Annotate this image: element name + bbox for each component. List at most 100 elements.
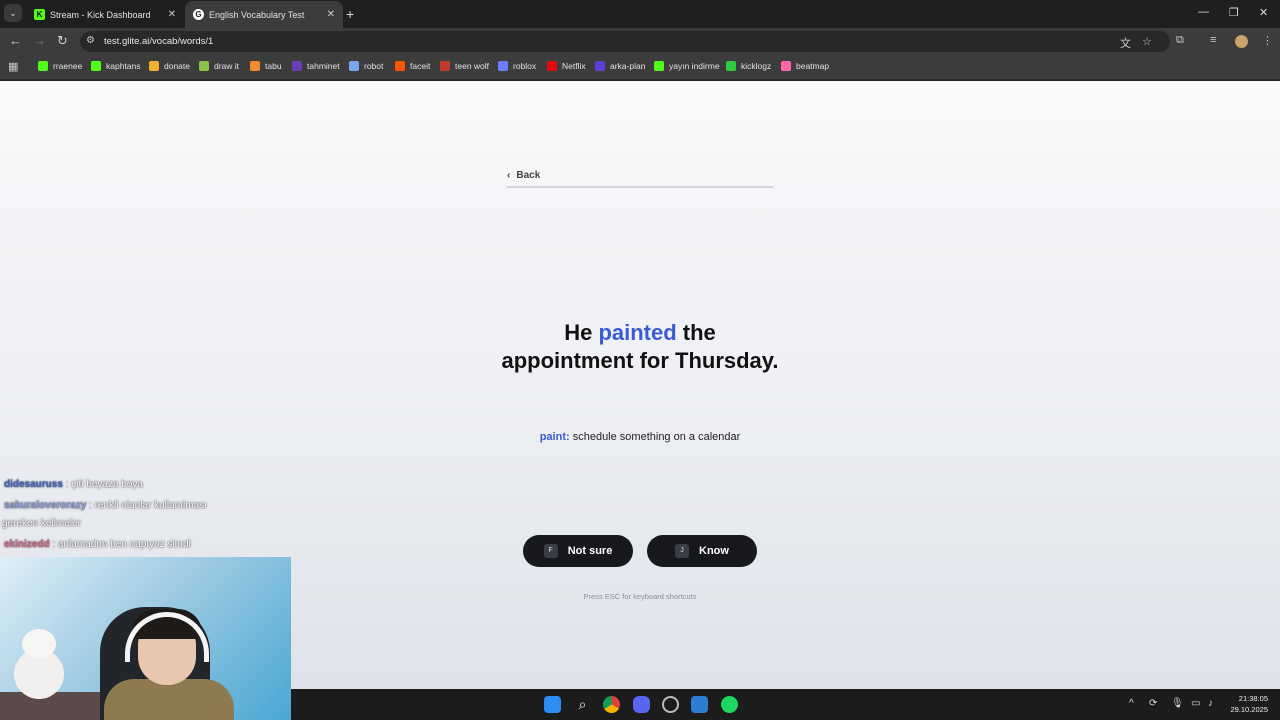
settings-icon[interactable] xyxy=(662,696,679,713)
volume-icon[interactable]: ♪ xyxy=(1208,698,1213,709)
bookmark-item[interactable]: Netflix xyxy=(547,61,586,71)
progress-fill xyxy=(507,186,773,188)
editor-icon[interactable] xyxy=(691,696,708,713)
sync-icon[interactable]: ⟳ xyxy=(1149,698,1157,709)
tab-vocabulary-test[interactable]: G English Vocabulary Test ✕ xyxy=(185,1,343,28)
windows-start-icon[interactable] xyxy=(544,696,561,713)
bookmark-label: robot xyxy=(364,61,384,71)
media-icon[interactable]: ≡ xyxy=(1210,34,1216,46)
bookmark-label: faceit xyxy=(410,61,431,71)
osu-icon xyxy=(781,61,791,71)
site-info-icon[interactable]: ⚙ xyxy=(86,35,95,46)
bookmark-label: beatmap xyxy=(796,61,830,71)
bookmark-item[interactable]: robot xyxy=(349,61,383,71)
tahminet-icon xyxy=(292,61,302,71)
translate-icon[interactable]: 文 xyxy=(1120,35,1131,51)
extensions-icon[interactable]: ⧉ xyxy=(1176,34,1184,47)
system-clock[interactable]: 21:38:05 29.10.2025 xyxy=(1226,693,1268,715)
profile-avatar[interactable] xyxy=(1235,35,1248,48)
browser-toolbar: ← → ↻ ⚙ test.glite.ai/vocab/words/1 文 ☆ … xyxy=(0,28,1280,55)
know-label: Know xyxy=(699,545,729,557)
discord-icon[interactable] xyxy=(633,696,650,713)
draw-icon xyxy=(199,61,209,71)
bookmark-label: yayın indirme xyxy=(669,61,720,71)
sentence-before: He xyxy=(564,320,599,345)
microphone-icon[interactable]: 🎙 xyxy=(1171,698,1184,709)
bookmark-item[interactable]: yayın indirme xyxy=(654,61,720,71)
new-tab-icon[interactable]: + xyxy=(346,6,354,22)
word-definition: paint: schedule something on a calendar xyxy=(440,431,840,443)
chevron-left-icon: ‹ xyxy=(507,170,511,181)
back-link[interactable]: ‹ Back xyxy=(507,170,540,181)
tab-kick-dashboard[interactable]: K Stream - Kick Dashboard ✕ xyxy=(26,1,184,28)
bookmark-item[interactable]: rraenee xyxy=(38,61,82,71)
chat-text: : çiti beyaza boya xyxy=(62,479,143,490)
chat-message-continued: gereken kelimeler xyxy=(2,515,81,533)
bookmark-item[interactable]: kicklogz xyxy=(726,61,771,71)
donate-icon xyxy=(149,61,159,71)
bookmark-item[interactable]: draw it xyxy=(199,61,239,71)
spotify-icon[interactable] xyxy=(721,696,738,713)
roblox-icon xyxy=(498,61,508,71)
bookmark-item[interactable]: roblox xyxy=(498,61,536,71)
kicklogz-icon xyxy=(726,61,736,71)
restore-icon[interactable]: ❐ xyxy=(1229,6,1239,19)
window-close-icon[interactable]: ✕ xyxy=(1259,6,1268,19)
bookmark-item[interactable]: tahminet xyxy=(292,61,340,71)
bookmark-item[interactable]: kaphtans xyxy=(91,61,141,71)
apps-grid-icon[interactable]: ▦ xyxy=(8,60,18,73)
back-label: Back xyxy=(516,170,541,181)
bookmarks-bar: ▦ rraenee kaphtans donate draw it tabu tahmin… xyxy=(0,55,1280,80)
chat-text: : anlamadım ben napıyoz simdi xyxy=(49,539,191,550)
reload-icon[interactable]: ↻ xyxy=(57,33,68,49)
teddy-bear-head xyxy=(22,629,56,659)
close-icon[interactable]: ✕ xyxy=(327,9,335,20)
bookmark-label: tahminet xyxy=(307,61,340,71)
chevron-up-icon[interactable]: ^ xyxy=(1129,698,1134,709)
chrome-icon[interactable] xyxy=(603,696,620,713)
chat-username: didesauruss xyxy=(4,479,63,490)
glite-icon: G xyxy=(193,9,204,20)
tab-search-icon[interactable]: ⌄ xyxy=(4,4,22,22)
bookmark-item[interactable]: donate xyxy=(149,61,190,71)
search-icon[interactable]: ⌕ xyxy=(574,696,591,713)
menu-icon[interactable]: ⋮ xyxy=(1262,34,1273,47)
bookmark-label: kaphtans xyxy=(106,61,141,71)
bookmark-item[interactable]: faceit xyxy=(395,61,430,71)
bookmark-star-icon[interactable]: ☆ xyxy=(1142,35,1152,48)
tab-title: English Vocabulary Test xyxy=(209,9,305,20)
highlighted-word: painted xyxy=(598,320,677,345)
teenwolf-icon xyxy=(440,61,450,71)
close-icon[interactable]: ✕ xyxy=(168,9,176,20)
url-text[interactable]: test.glite.ai/vocab/words/1 xyxy=(104,36,213,47)
bookmark-item[interactable]: arka-plan xyxy=(595,61,645,71)
tab-strip: ⌄ K Stream - Kick Dashboard ✕ G English … xyxy=(0,0,1280,28)
kick-icon: K xyxy=(34,9,45,20)
chat-username: ekinizedd xyxy=(4,539,50,550)
download-icon xyxy=(654,61,664,71)
windows-taskbar: ⌕ ^ ⟳ 🎙 ▭ ♪ 21:38:05 29.10.2025 xyxy=(291,689,1280,720)
clock-date: 29.10.2025 xyxy=(1230,705,1268,714)
faceit-icon xyxy=(395,61,405,71)
arkaplan-icon xyxy=(595,61,605,71)
address-bar[interactable]: ⚙ test.glite.ai/vocab/words/1 文 ☆ xyxy=(80,31,1170,52)
bookmark-item[interactable]: beatmap xyxy=(781,61,829,71)
robot-icon xyxy=(349,61,359,71)
bookmark-item[interactable]: teen wolf xyxy=(440,61,489,71)
bookmark-label: tabu xyxy=(265,61,282,71)
bookmark-item[interactable]: tabu xyxy=(250,61,282,71)
shortcut-key: J xyxy=(675,544,690,558)
kick-icon xyxy=(38,61,48,71)
not-sure-button[interactable]: F Not sure xyxy=(523,535,633,567)
definition-term: paint: xyxy=(539,431,570,443)
minimize-icon[interactable]: — xyxy=(1198,6,1209,18)
vocab-sentence: He painted the appointment for Thursday. xyxy=(500,319,780,375)
forward-arrow-icon[interactable]: → xyxy=(33,33,46,48)
display-icon[interactable]: ▭ xyxy=(1191,698,1200,709)
back-arrow-icon[interactable]: ← xyxy=(9,33,22,48)
kick-icon xyxy=(91,61,101,71)
keyboard-hint: Press ESC for keyboard shortcuts xyxy=(583,592,697,601)
shortcut-key: F xyxy=(543,544,558,558)
know-button[interactable]: J Know xyxy=(647,535,757,567)
chat-message: didesauruss : çiti beyaza boya xyxy=(4,476,143,494)
